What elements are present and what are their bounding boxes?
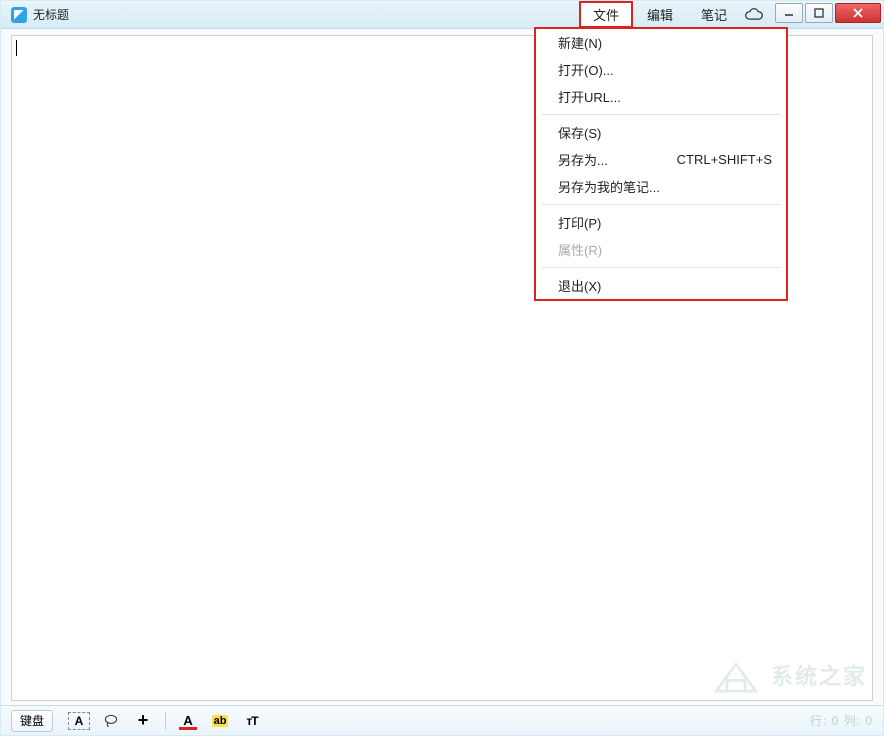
menu-item-print[interactable]: 打印(P) (536, 209, 786, 236)
window-title: 无标题 (33, 6, 69, 23)
text-size-icon[interactable]: тT (240, 710, 264, 732)
menu-bar: 文件 编辑 笔记 (579, 1, 767, 28)
title-bar: 无标题 文件 编辑 笔记 (1, 1, 883, 29)
window-controls (775, 7, 883, 23)
app-window: 无标题 文件 编辑 笔记 新建(N) 打开(O)... 打开URL... 保存(… (0, 0, 884, 736)
keyboard-button[interactable]: 键盘 (11, 710, 53, 732)
menu-notes[interactable]: 笔记 (687, 1, 741, 28)
font-color-icon[interactable]: A (176, 710, 200, 732)
toolbar-separator (165, 712, 166, 730)
minimize-button[interactable] (775, 3, 803, 23)
status-text: 行: 0 列: 0 (810, 712, 873, 729)
menu-separator (542, 204, 780, 205)
cloud-icon[interactable] (741, 1, 767, 28)
add-tool-icon[interactable]: + (131, 710, 155, 732)
bottom-toolbar: 键盘 A + A ab тT 行: 0 列: 0 (1, 705, 883, 735)
menu-item-save-as[interactable]: 另存为...CTRL+SHIFT+S (536, 146, 786, 173)
text-select-tool-icon[interactable]: A (67, 710, 91, 732)
menu-item-new[interactable]: 新建(N) (536, 29, 786, 56)
menu-separator (542, 267, 780, 268)
text-caret (16, 40, 17, 56)
menu-edit[interactable]: 编辑 (633, 1, 687, 28)
menu-item-properties: 属性(R) (536, 236, 786, 263)
menu-file[interactable]: 文件 (579, 1, 633, 28)
app-icon (11, 7, 27, 23)
maximize-button[interactable] (805, 3, 833, 23)
menu-item-save[interactable]: 保存(S) (536, 119, 786, 146)
highlight-icon[interactable]: ab (208, 710, 232, 732)
menu-item-exit[interactable]: 退出(X) (536, 272, 786, 299)
menu-item-save-as-note[interactable]: 另存为我的笔记... (536, 173, 786, 200)
menu-item-open[interactable]: 打开(O)... (536, 56, 786, 83)
lasso-tool-icon[interactable] (99, 710, 123, 732)
close-button[interactable] (835, 3, 881, 23)
shortcut-text: CTRL+SHIFT+S (677, 152, 772, 167)
file-menu-dropdown: 新建(N) 打开(O)... 打开URL... 保存(S) 另存为...CTRL… (534, 27, 788, 301)
menu-separator (542, 114, 780, 115)
menu-item-open-url[interactable]: 打开URL... (536, 83, 786, 110)
